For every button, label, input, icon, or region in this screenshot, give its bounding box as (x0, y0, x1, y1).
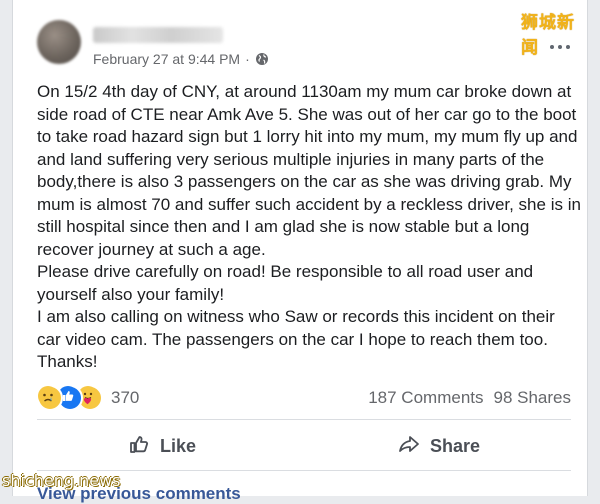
like-thumb-icon (128, 433, 150, 460)
post-paragraph: On 15/2 4th day of CNY, at around 1130am… (37, 82, 581, 259)
share-button[interactable]: Share (398, 430, 480, 462)
divider (37, 419, 571, 420)
post-meta: February 27 at 9:44 PM · (93, 51, 269, 67)
more-options-icon[interactable] (550, 42, 574, 52)
avatar[interactable] (37, 20, 81, 64)
reaction-count: 370 (111, 388, 140, 407)
like-button[interactable]: Like (128, 430, 196, 462)
post-card: 狮城新闻 February 27 at 9:44 PM · On 15/2 4t… (12, 0, 588, 503)
author-name-redacted[interactable] (93, 27, 223, 43)
like-label: Like (160, 435, 197, 456)
meta-separator: · (245, 51, 250, 67)
shares-count-link[interactable]: 98 Shares (494, 388, 572, 408)
share-arrow-icon (398, 433, 420, 460)
comments-count-link[interactable]: 187 Comments (368, 388, 483, 408)
post-body: On 15/2 4th day of CNY, at around 1130am… (37, 81, 583, 374)
post-paragraph: I am also calling on witness who Saw or … (37, 307, 555, 371)
sad-reaction-icon (37, 385, 63, 411)
post-paragraph: Please drive carefully on road! Be respo… (37, 262, 534, 304)
footer-watermark: shicheng.news (2, 471, 121, 490)
reactions-summary[interactable]: 370 (37, 385, 139, 411)
globe-icon (255, 52, 269, 66)
share-label: Share (430, 435, 481, 456)
post-timestamp[interactable]: February 27 at 9:44 PM (93, 51, 240, 67)
engagement-counts: 187 Comments 98 Shares (368, 388, 571, 408)
